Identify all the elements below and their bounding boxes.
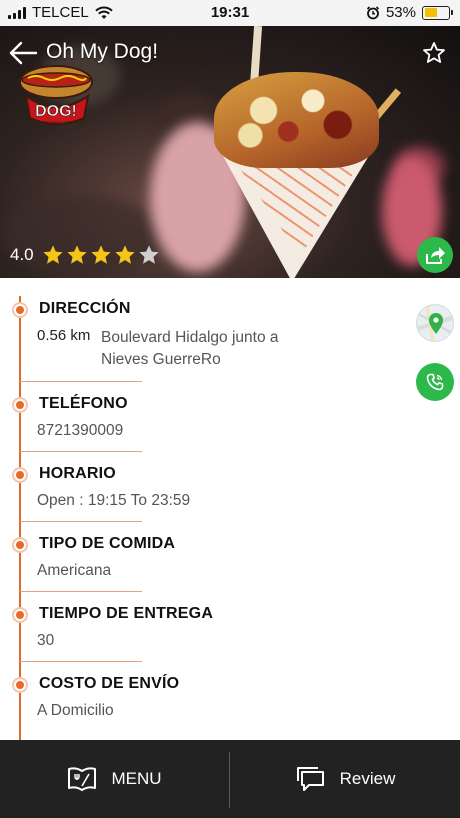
review-label: Review [339, 769, 396, 788]
divider [20, 591, 142, 592]
menu-book-icon [68, 767, 97, 791]
star-filled-icon [67, 245, 87, 264]
bottom-bar: MENU Review [0, 740, 460, 818]
delivery-time-value: 30 [37, 632, 55, 649]
rating: 4.0 [10, 244, 160, 266]
page-title: Oh My Dog! [46, 40, 159, 63]
hours-label: HORARIO [39, 465, 116, 482]
svg-text:DOG!: DOG! [35, 103, 77, 120]
address-value: Boulevard Hidalgo junto a Nieves GuerreR… [101, 327, 321, 371]
call-button[interactable] [416, 363, 454, 401]
detail-delivery-time: TIEMPO DE ENTREGA 30 [0, 605, 400, 665]
detail-food-type: TIPO DE COMIDA Americana [0, 535, 400, 595]
phone-icon [426, 373, 444, 391]
status-bar: TELCEL 19:31 53% [0, 0, 460, 26]
address-label: DIRECCIÓN [39, 300, 131, 317]
address-distance: 0.56 km [37, 327, 91, 344]
share-button[interactable] [417, 237, 453, 273]
timeline-dot [12, 607, 28, 623]
menu-label: MENU [111, 769, 162, 788]
menu-button[interactable]: MENU [0, 740, 229, 818]
share-icon [426, 247, 445, 264]
food-fries [214, 72, 379, 168]
chat-bubble-icon [296, 767, 324, 791]
svg-text:HOT DOG · TOPPINGS: HOT DOG · TOPPINGS [42, 120, 87, 125]
battery-level [424, 8, 437, 17]
battery-percent: 53% [385, 4, 416, 21]
rating-stars [42, 244, 160, 266]
divider [20, 451, 142, 452]
detail-phone: TELÉFONO 8721390009 [0, 395, 400, 455]
address-line-1: Boulevard Hidalgo junto a [101, 329, 279, 346]
timeline-dot [12, 302, 28, 318]
divider [20, 381, 142, 382]
bottom-bar-divider [229, 752, 230, 808]
timeline-dot [12, 397, 28, 413]
star-empty-icon [139, 245, 159, 264]
alarm-icon [366, 5, 380, 19]
star-filled-icon [115, 245, 135, 264]
timeline-dot [12, 537, 28, 553]
details-list: DIRECCIÓN 0.56 km Boulevard Hidalgo junt… [0, 278, 460, 740]
timeline-dot [12, 467, 28, 483]
detail-delivery-cost: COSTO DE ENVÍO A Domicilio [0, 675, 400, 735]
rating-value: 4.0 [10, 245, 34, 264]
detail-hours: HORARIO Open : 19:15 To 23:59 [0, 465, 400, 525]
timeline-dot [12, 677, 28, 693]
status-right: 53% [366, 4, 453, 21]
review-button[interactable]: Review [231, 740, 460, 818]
detail-address: DIRECCIÓN 0.56 km Boulevard Hidalgo junt… [0, 300, 400, 370]
hero-image: DOG! HOT DOG · TOPPINGS Oh My Dog! 4.0 [0, 26, 460, 278]
battery-icon [422, 5, 453, 20]
delivery-cost-label: COSTO DE ENVÍO [39, 675, 180, 692]
phone-value: 8721390009 [37, 422, 124, 439]
star-filled-icon [91, 245, 111, 264]
food-type-label: TIPO DE COMIDA [39, 535, 176, 552]
address-line-2: Nieves GuerreRo [101, 351, 221, 368]
back-arrow-icon[interactable] [8, 40, 38, 66]
map-button[interactable] [416, 304, 454, 342]
delivery-time-label: TIEMPO DE ENTREGA [39, 605, 214, 622]
star-filled-icon [43, 245, 63, 264]
food-type-value: Americana [37, 562, 112, 579]
hours-value: Open : 19:15 To 23:59 [37, 492, 191, 509]
phone-label: TELÉFONO [39, 395, 128, 412]
divider [20, 661, 142, 662]
delivery-cost-value: A Domicilio [37, 702, 114, 719]
divider [20, 521, 142, 522]
star-outline-icon[interactable] [422, 41, 446, 65]
